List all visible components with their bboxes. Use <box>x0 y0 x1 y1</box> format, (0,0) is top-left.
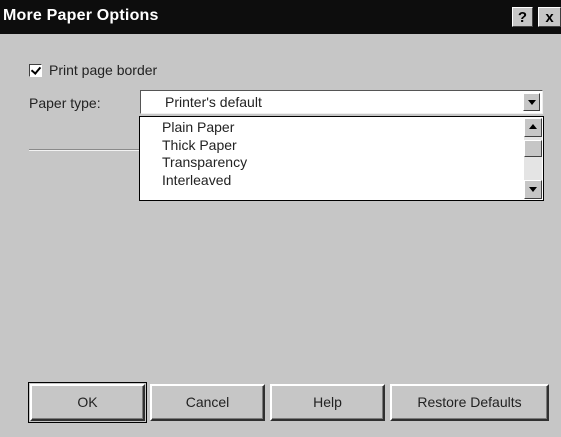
title-bar[interactable]: More Paper Options ? x <box>0 0 561 34</box>
paper-type-dropdown-list[interactable]: Plain Paper Thick Paper Transparency Int… <box>139 116 544 201</box>
paper-type-dropdown-button[interactable] <box>523 93 540 111</box>
chevron-down-icon <box>528 100 536 105</box>
paper-type-label: Paper type: <box>29 95 101 111</box>
close-icon: x <box>545 9 554 26</box>
window-title: More Paper Options <box>3 7 159 24</box>
arrow-up-icon <box>529 124 537 129</box>
scroll-up-button[interactable] <box>524 118 542 137</box>
close-button[interactable]: x <box>538 7 561 27</box>
print-border-checkbox[interactable] <box>29 64 42 77</box>
option-thick-paper[interactable]: Thick Paper <box>162 137 247 155</box>
help-title-button[interactable]: ? <box>512 7 533 27</box>
dropdown-scrollbar[interactable] <box>524 118 542 199</box>
more-paper-options-dialog: More Paper Options ? x Print page border… <box>0 0 561 437</box>
paper-type-options: Plain Paper Thick Paper Transparency Int… <box>162 119 247 189</box>
separator-line <box>29 149 141 151</box>
scroll-down-button[interactable] <box>524 180 542 199</box>
paper-type-value: Printer's default <box>165 94 262 110</box>
ok-button[interactable]: OK <box>30 384 145 421</box>
print-border-label: Print page border <box>49 62 158 78</box>
question-mark-icon: ? <box>517 9 528 26</box>
arrow-down-icon <box>529 187 537 192</box>
option-transparency[interactable]: Transparency <box>162 154 247 172</box>
cancel-button[interactable]: Cancel <box>150 384 265 421</box>
scroll-thumb[interactable] <box>524 140 542 157</box>
restore-defaults-button[interactable]: Restore Defaults <box>390 384 549 421</box>
paper-type-combobox[interactable]: Printer's default <box>140 90 543 114</box>
option-plain-paper[interactable]: Plain Paper <box>162 119 247 137</box>
option-interleaved[interactable]: Interleaved <box>162 172 247 190</box>
help-button[interactable]: Help <box>270 384 385 421</box>
